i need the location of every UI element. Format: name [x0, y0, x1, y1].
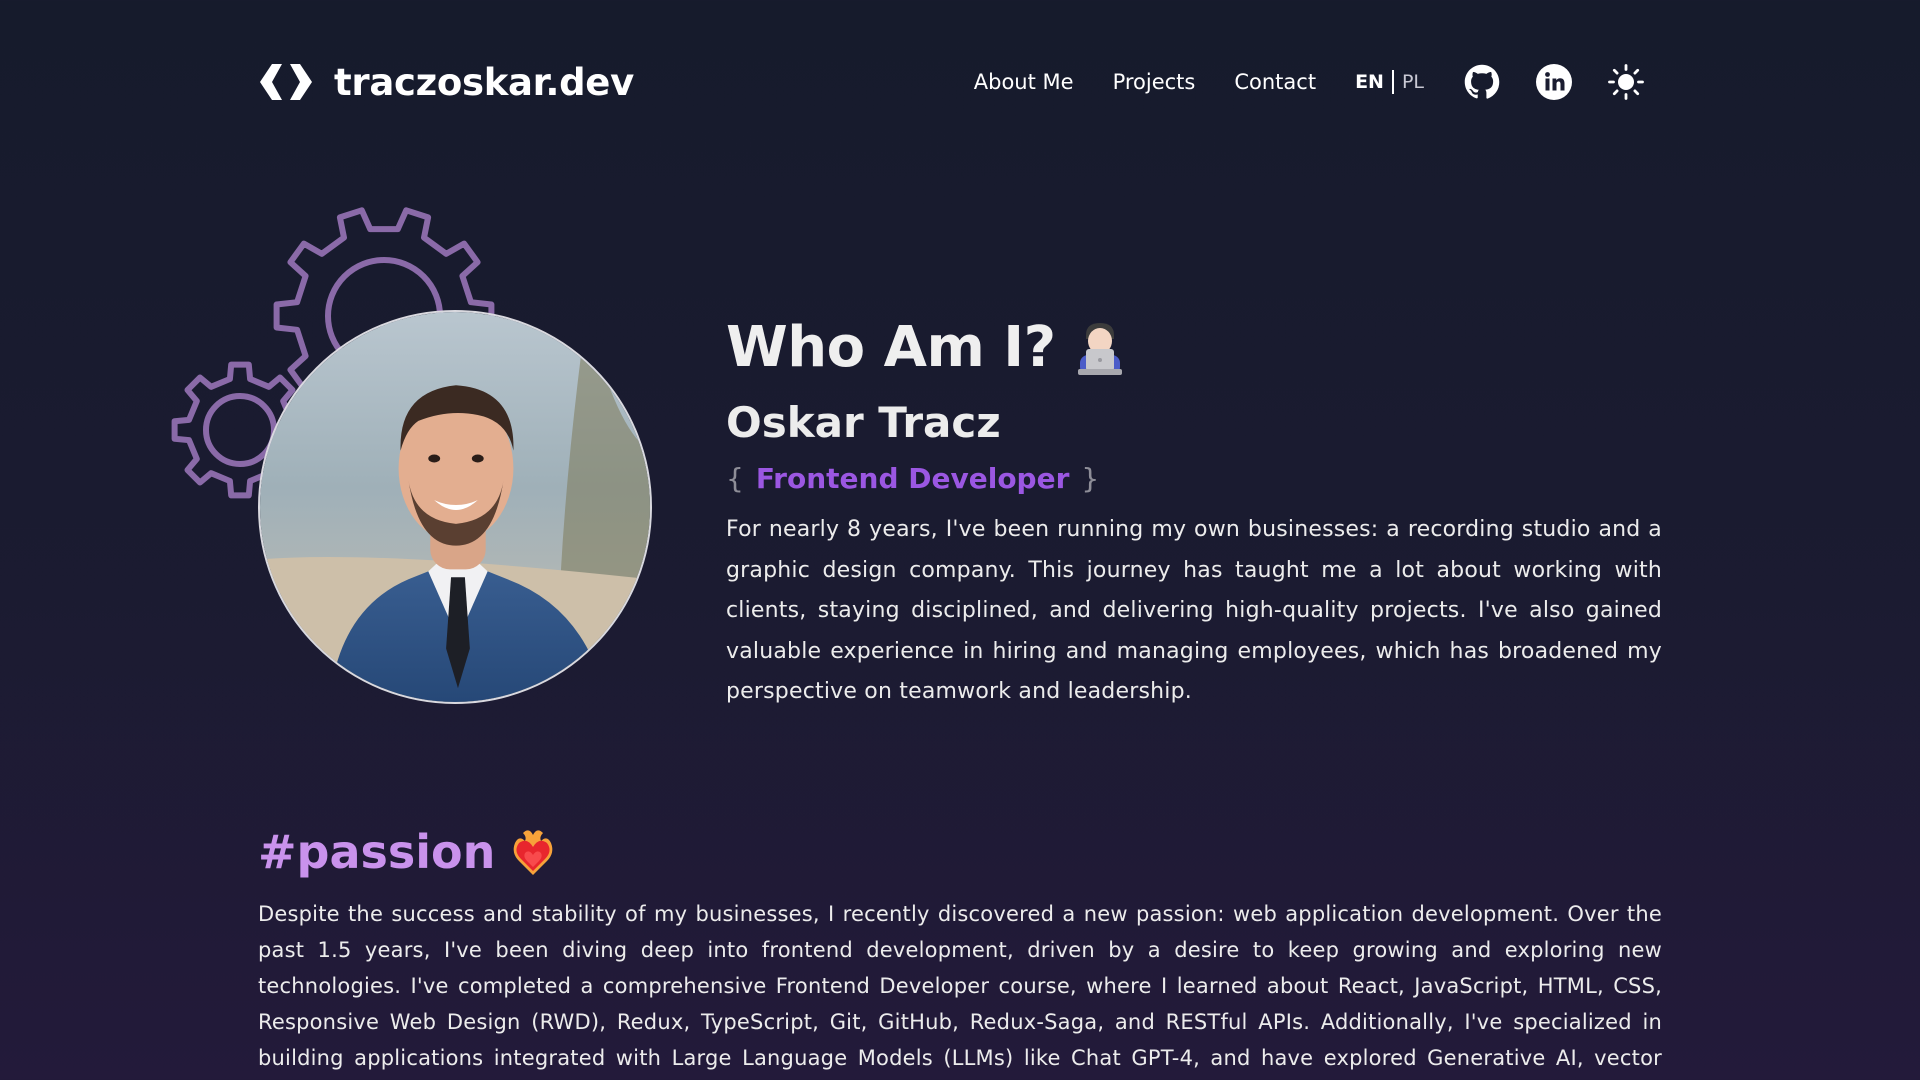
role-line: { Frontend Developer } — [726, 460, 1662, 498]
passion-section: #passion Despite the success and stabili… — [258, 822, 1662, 1080]
brace-open: { — [726, 462, 744, 495]
passion-description: Despite the success and stability of my … — [258, 902, 1662, 1070]
lang-pl-button[interactable]: PL — [1402, 71, 1424, 93]
lang-divider — [1391, 70, 1394, 94]
theme-toggle-button[interactable] — [1606, 62, 1646, 102]
linkedin-icon — [1536, 64, 1572, 100]
passion-title-text: #passion — [258, 825, 496, 879]
nav-contact[interactable]: Contact — [1234, 70, 1316, 94]
github-link[interactable] — [1462, 62, 1502, 102]
lang-en-button[interactable]: EN — [1355, 71, 1384, 93]
profile-photo — [258, 310, 652, 704]
code-logo-icon — [260, 64, 312, 100]
site-header: traczoskar.dev About Me Projects Contact… — [258, 52, 1646, 112]
page-title: Who Am I? — [726, 310, 1662, 386]
nav-about-me[interactable]: About Me — [974, 70, 1074, 94]
title-text: Who Am I? — [726, 315, 1056, 380]
about-section: Who Am I? Oskar Tracz { Frontend Develop… — [726, 310, 1662, 713]
nav-projects[interactable]: Projects — [1113, 70, 1196, 94]
main-nav: About Me Projects Contact EN PL — [974, 52, 1646, 112]
site-name: traczoskar.dev — [334, 60, 634, 104]
technologist-emoji-icon — [1074, 319, 1126, 377]
logo-link[interactable]: traczoskar.dev — [258, 60, 634, 104]
brace-close: } — [1081, 462, 1100, 495]
heart-on-fire-icon — [509, 827, 557, 877]
role-title: Frontend Developer — [755, 462, 1070, 495]
developer-name: Oskar Tracz — [726, 398, 1001, 447]
language-switcher: EN PL — [1355, 70, 1424, 94]
about-description: For nearly 8 years, I've been running my… — [726, 517, 1662, 704]
sun-icon — [1608, 64, 1644, 100]
passion-heading: #passion — [258, 822, 1662, 882]
linkedin-link[interactable] — [1534, 62, 1574, 102]
github-icon — [1464, 64, 1500, 99]
